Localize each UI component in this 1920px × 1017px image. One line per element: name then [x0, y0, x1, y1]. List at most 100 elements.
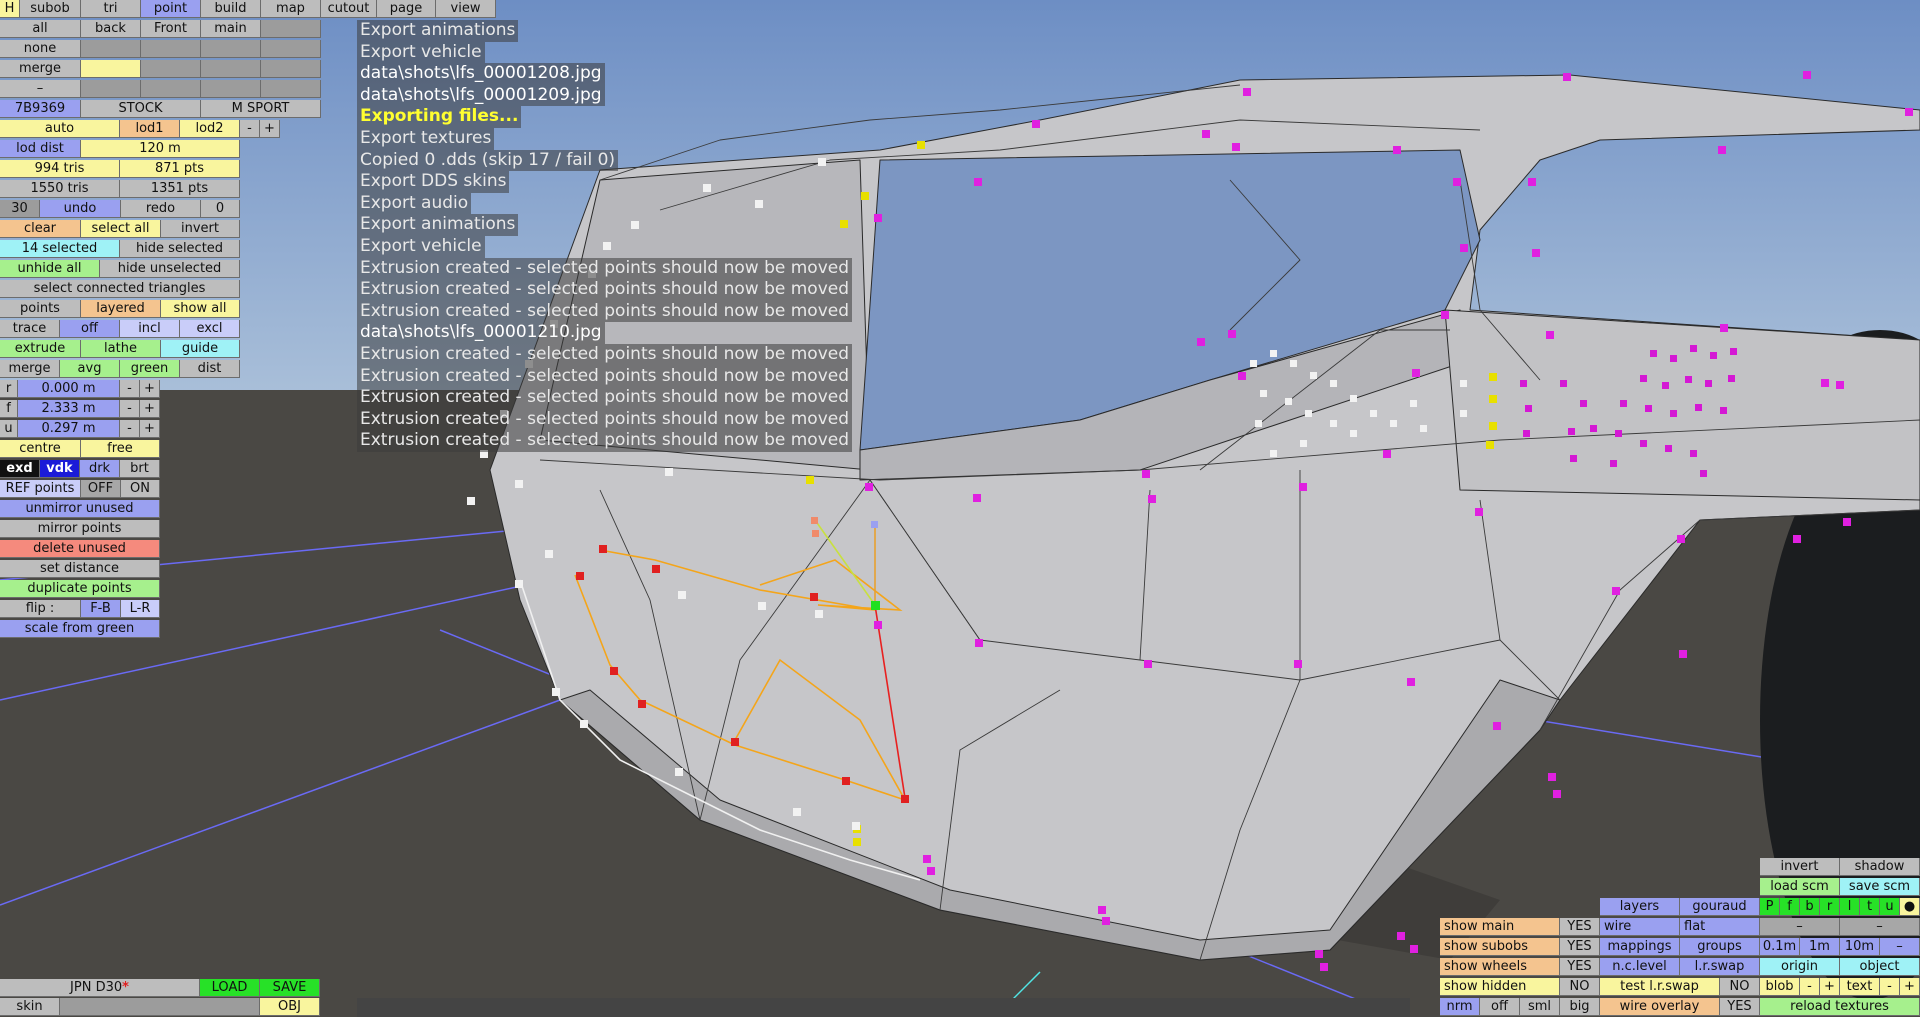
shadow-button[interactable]: shadow	[1840, 858, 1920, 876]
centre-button[interactable]: centre	[0, 440, 81, 458]
lathe-button[interactable]: lathe	[81, 340, 161, 358]
merge-dist-button[interactable]: dist	[180, 360, 240, 378]
unmirror-unused-button[interactable]: unmirror unused	[0, 500, 160, 518]
load-scm-button[interactable]: load scm	[1760, 878, 1840, 896]
show-main-yes[interactable]: YES	[1560, 918, 1600, 936]
menu-page[interactable]: page	[377, 0, 436, 18]
param-u-plus[interactable]: +	[140, 420, 160, 438]
origin-button[interactable]: origin	[1760, 958, 1840, 976]
invert-view-button[interactable]: invert	[1760, 858, 1840, 876]
view-all[interactable]: all	[0, 20, 81, 38]
channel-t[interactable]: t	[1860, 898, 1880, 916]
channel-dot[interactable]: ●	[1900, 898, 1920, 916]
flip-fb-button[interactable]: F-B	[81, 600, 121, 618]
mappings-button[interactable]: mappings	[1600, 938, 1680, 956]
lod2-button[interactable]: lod2	[180, 120, 240, 138]
slot-g[interactable]	[261, 60, 321, 78]
slot-d[interactable]	[261, 40, 321, 58]
ref-on-button[interactable]: ON	[121, 480, 160, 498]
sml-button[interactable]: sml	[1520, 998, 1560, 1016]
car-code[interactable]: 7B9369	[0, 100, 81, 118]
lod-dist-value[interactable]: 120 m	[81, 140, 240, 158]
stock-button[interactable]: STOCK	[81, 100, 201, 118]
mode-vdk-button[interactable]: vdk	[40, 460, 80, 478]
text-plus[interactable]: +	[1900, 978, 1920, 996]
lr-swap-button[interactable]: l.r.swap	[1680, 958, 1760, 976]
select-all-button[interactable]: select all	[81, 220, 161, 238]
trace-incl-button[interactable]: incl	[120, 320, 180, 338]
param-u-minus[interactable]: -	[120, 420, 140, 438]
view-back[interactable]: back	[81, 20, 141, 38]
dash-b[interactable]: –	[1840, 918, 1920, 936]
invert-selection-button[interactable]: invert	[161, 220, 240, 238]
view-slot-empty[interactable]	[261, 20, 321, 38]
duplicate-points-button[interactable]: duplicate points	[0, 580, 160, 598]
menu-cutout[interactable]: cutout	[321, 0, 377, 18]
flat-button[interactable]: flat	[1680, 918, 1760, 936]
wire-overlay-yes[interactable]: YES	[1720, 998, 1760, 1016]
lod-minus-button[interactable]: -	[240, 120, 260, 138]
test-lr-swap-button[interactable]: test l.r.swap	[1600, 978, 1720, 996]
channel-r[interactable]: r	[1820, 898, 1840, 916]
channel-b[interactable]: b	[1800, 898, 1820, 916]
blob-button[interactable]: blob	[1760, 978, 1800, 996]
slot-f[interactable]	[201, 60, 261, 78]
slot-k[interactable]	[261, 80, 321, 98]
set-distance-button[interactable]: set distance	[0, 560, 160, 578]
skin-button[interactable]: skin	[0, 998, 60, 1016]
lod-dist-label[interactable]: lod dist	[0, 140, 81, 158]
reload-textures-button[interactable]: reload textures	[1760, 998, 1920, 1016]
obj-button[interactable]: OBJ	[260, 998, 320, 1016]
text-minus[interactable]: -	[1880, 978, 1900, 996]
menu-point[interactable]: point	[141, 0, 201, 18]
channel-p[interactable]: P	[1760, 898, 1780, 916]
ref-points-label[interactable]: REF points	[0, 480, 81, 498]
view-front[interactable]: Front	[141, 20, 201, 38]
show-subobs-button[interactable]: show subobs	[1440, 938, 1560, 956]
slot-yellow[interactable]	[81, 60, 141, 78]
menu-tri[interactable]: tri	[81, 0, 141, 18]
mode-exd-button[interactable]: exd	[0, 460, 40, 478]
load-button[interactable]: LOAD	[200, 979, 260, 997]
skin-field[interactable]	[60, 998, 260, 1016]
trace-excl-button[interactable]: excl	[180, 320, 240, 338]
menu-subob[interactable]: subob	[20, 0, 81, 18]
param-f-value[interactable]: 2.333 m	[18, 400, 120, 418]
wire-button[interactable]: wire	[1600, 918, 1680, 936]
grid-01m-button[interactable]: 0.1m	[1760, 938, 1800, 956]
save-scm-button[interactable]: save scm	[1840, 878, 1920, 896]
vehicle-name[interactable]: JPN D30*	[0, 979, 200, 997]
mode-brt-button[interactable]: brt	[120, 460, 160, 478]
param-r-minus[interactable]: -	[120, 380, 140, 398]
lod-plus-button[interactable]: +	[260, 120, 280, 138]
slot-c[interactable]	[201, 40, 261, 58]
object-button[interactable]: object	[1840, 958, 1920, 976]
show-hidden-button[interactable]: show hidden	[1440, 978, 1560, 996]
dash-button[interactable]: –	[0, 80, 81, 98]
channel-u[interactable]: u	[1880, 898, 1900, 916]
lod1-button[interactable]: lod1	[120, 120, 180, 138]
slot-i[interactable]	[141, 80, 201, 98]
param-f-minus[interactable]: -	[120, 400, 140, 418]
ref-off-button[interactable]: OFF	[81, 480, 121, 498]
none-button[interactable]: none	[0, 40, 81, 58]
clear-selection-button[interactable]: clear	[0, 220, 81, 238]
channel-l[interactable]: l	[1840, 898, 1860, 916]
menu-build[interactable]: build	[201, 0, 261, 18]
menu-h[interactable]: H	[0, 0, 20, 18]
dash-a[interactable]: –	[1760, 918, 1840, 936]
blob-plus[interactable]: +	[1820, 978, 1840, 996]
redo-button[interactable]: redo	[121, 200, 201, 218]
blob-minus[interactable]: -	[1800, 978, 1820, 996]
big-button[interactable]: big	[1560, 998, 1600, 1016]
grid-10m-button[interactable]: 10m	[1840, 938, 1880, 956]
mode-drk-button[interactable]: drk	[80, 460, 120, 478]
menu-view[interactable]: view	[436, 0, 496, 18]
slot-j[interactable]	[201, 80, 261, 98]
gouraud-button[interactable]: gouraud	[1680, 898, 1760, 916]
merge-avg-button[interactable]: avg	[60, 360, 120, 378]
lod-auto-button[interactable]: auto	[0, 120, 120, 138]
undo-button[interactable]: undo	[40, 200, 121, 218]
unhide-all-button[interactable]: unhide all	[0, 260, 100, 278]
flip-lr-button[interactable]: L-R	[121, 600, 160, 618]
